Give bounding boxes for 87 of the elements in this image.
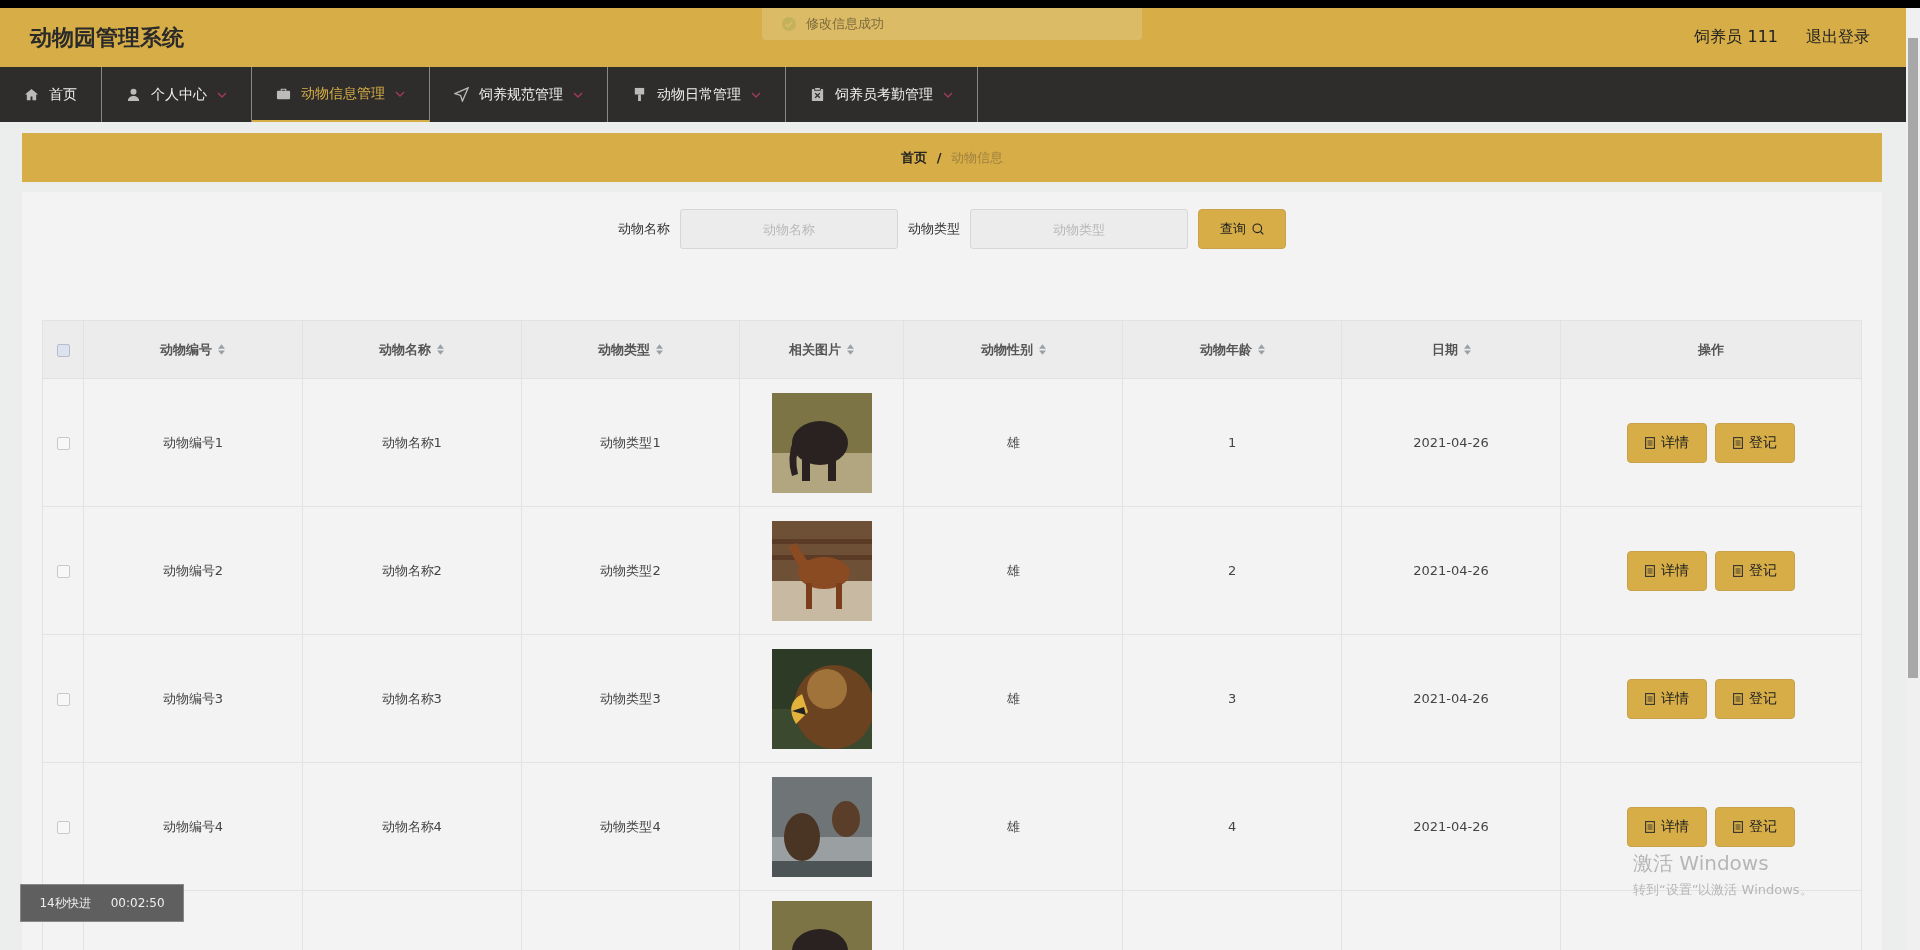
nav-tab[interactable]: 首页 (0, 67, 102, 122)
table-cell: 动物类型4 (521, 762, 740, 891)
sort-icon[interactable] (1038, 344, 1046, 355)
nav-tab[interactable]: 个人中心 (102, 67, 252, 122)
nav-tab[interactable]: 饲养员考勤管理 (786, 67, 978, 122)
column-header: 动物年龄 (1122, 320, 1342, 379)
select-all-checkbox[interactable] (56, 344, 70, 357)
table-cell: 2021-04-26 (1341, 506, 1561, 635)
toast-message: 修改信息成功 (806, 15, 884, 33)
document-icon (1733, 564, 1743, 577)
table-cell: 2021-04-26 (1341, 634, 1561, 763)
table-cell: 动物类型2 (521, 506, 740, 635)
table-cell: 动物名称1 (302, 378, 522, 507)
nav-tab[interactable]: 动物日常管理 (608, 67, 786, 122)
row-action-button[interactable]: 详情 (1627, 678, 1707, 719)
row-checkbox[interactable] (56, 565, 70, 578)
sort-icon[interactable] (847, 344, 855, 355)
table-cell: 2021-04-26 (1341, 378, 1561, 507)
nav-tab[interactable]: 动物信息管理 (252, 67, 430, 122)
table-cell: 雄 (904, 378, 1123, 507)
search-icon (1252, 223, 1264, 235)
table-cell: 1 (1122, 378, 1342, 507)
video-time: 00:02:50 (110, 896, 165, 910)
table-cell: 动物名称2 (302, 506, 522, 635)
document-icon (1733, 820, 1743, 833)
search-label: 动物名称 (618, 220, 670, 238)
table-cell: 动物编号3 (83, 634, 303, 763)
table-cell: 动物编号1 (83, 378, 303, 507)
row-action-button[interactable]: 登记 (1715, 806, 1795, 847)
breadcrumb-link[interactable]: 首页 (900, 148, 927, 167)
sort-icon[interactable] (656, 344, 664, 355)
document-icon (1733, 692, 1743, 705)
briefcase-icon (276, 86, 291, 101)
search-button[interactable]: 查询 (1198, 209, 1286, 249)
activation-title: 激活 Windows (1633, 850, 1770, 877)
skip-label: 14秒快进 (39, 894, 91, 912)
column-header: 动物类型 (521, 320, 740, 379)
sort-icon[interactable] (1463, 344, 1471, 355)
row-checkbox[interactable] (56, 821, 70, 834)
activation-hint: 转到“设置”以激活 Windows。 (1633, 881, 1813, 899)
row-action-button[interactable]: 详情 (1627, 422, 1707, 463)
home-icon (24, 87, 39, 102)
row-action-button[interactable]: 登记 (1715, 422, 1795, 463)
sort-icon[interactable] (1257, 344, 1265, 355)
app-title: 动物园管理系统 (30, 23, 184, 52)
column-header: 相关图片 (740, 320, 904, 379)
row-action-button[interactable]: 详情 (1627, 550, 1707, 591)
table-cell: 雄 (904, 506, 1123, 635)
column-header: 动物编号 (83, 320, 303, 379)
table-cell: 动物类型3 (521, 634, 740, 763)
row-checkbox[interactable] (56, 693, 70, 706)
breadcrumb-separator: / (936, 150, 942, 165)
document-icon (1645, 436, 1655, 449)
column-header: 动物性别 (904, 320, 1123, 379)
table-cell: 动物名称4 (302, 762, 522, 891)
table-cell: 雄 (904, 762, 1123, 891)
nav-tab[interactable]: 饲养规范管理 (430, 67, 608, 122)
scrollbar[interactable] (1906, 8, 1920, 950)
table-cell: 雄 (904, 634, 1123, 763)
table-cell: 动物名称3 (302, 634, 522, 763)
row-checkbox[interactable] (56, 437, 70, 450)
row-action-button[interactable]: 登记 (1715, 678, 1795, 719)
document-icon (1645, 564, 1655, 577)
table-cell: 2021-04-26 (1341, 762, 1561, 891)
user-icon (126, 87, 141, 102)
table-cell: 2 (1122, 506, 1342, 635)
document-icon (1645, 692, 1655, 705)
sort-icon[interactable] (437, 344, 445, 355)
table-cell: 动物编号2 (83, 506, 303, 635)
sort-icon[interactable] (218, 344, 226, 355)
brush-icon (632, 87, 647, 102)
clipboard-icon (810, 87, 825, 102)
navigation-arrow-icon (454, 87, 469, 102)
row-action-button[interactable]: 登记 (1715, 550, 1795, 591)
column-header: 操作 (1560, 320, 1862, 379)
column-header: 动物名称 (302, 320, 522, 379)
row-action-button[interactable]: 详情 (1627, 806, 1707, 847)
document-icon (1733, 436, 1743, 449)
table-cell: 3 (1122, 634, 1342, 763)
check-icon (782, 17, 796, 31)
search-label: 动物类型 (908, 220, 960, 238)
logout-link[interactable]: 退出登录 (1806, 27, 1870, 48)
table-cell: 动物类型1 (521, 378, 740, 507)
user-name: 饲养员 111 (1694, 27, 1778, 48)
column-header: 日期 (1341, 320, 1561, 379)
document-icon (1645, 820, 1655, 833)
table-cell: 4 (1122, 762, 1342, 891)
